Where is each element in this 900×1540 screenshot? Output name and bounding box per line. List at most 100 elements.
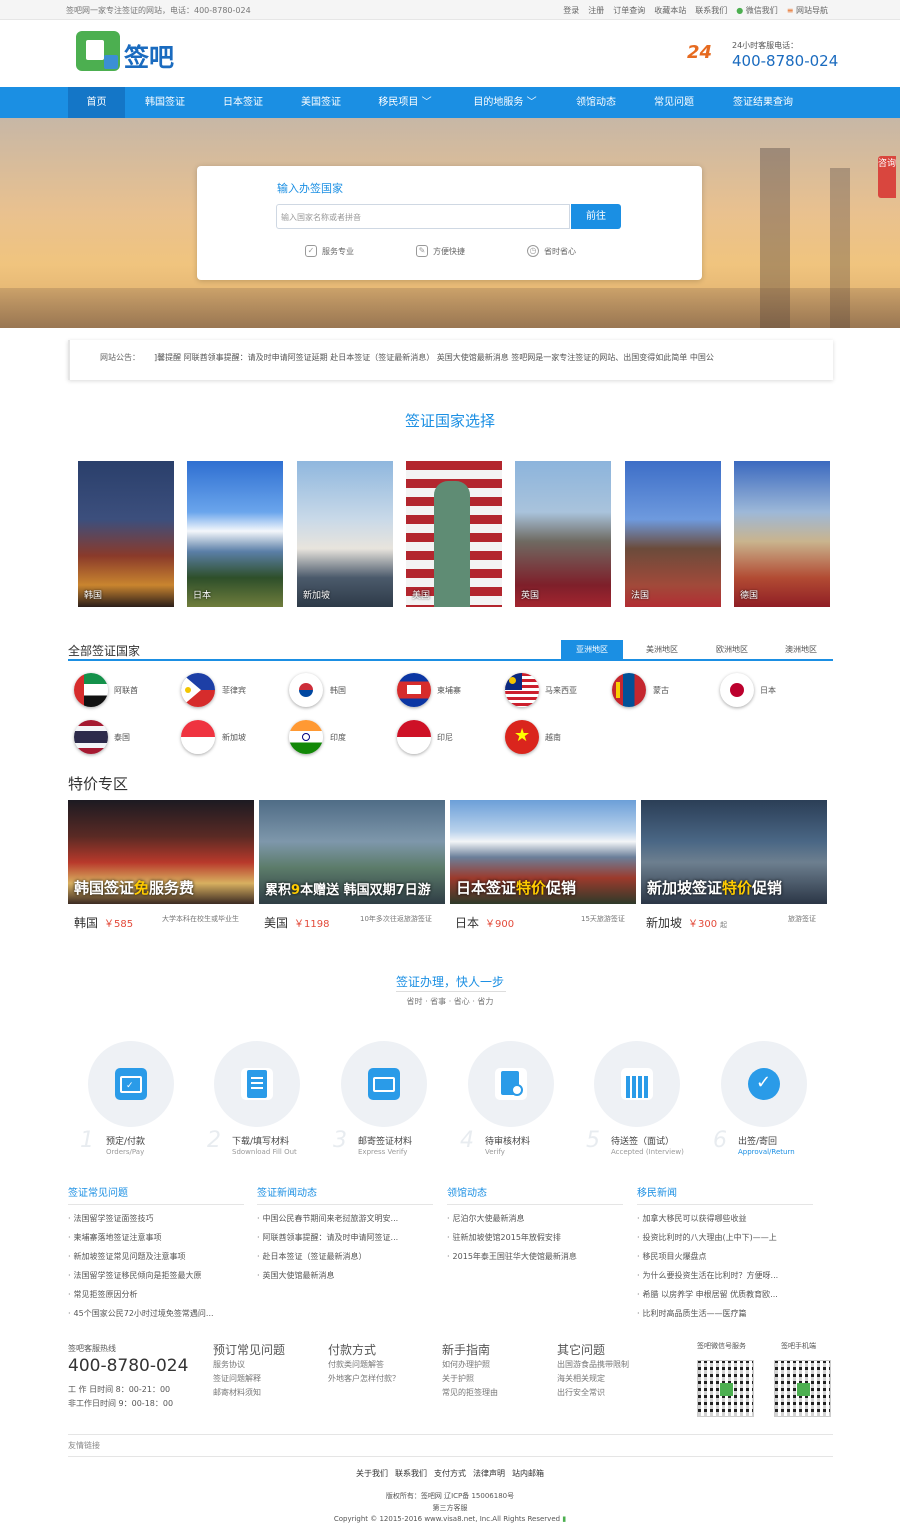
news-item[interactable]: 中国公民春节期间来老挝旅游文明安... [257,1209,433,1228]
news-item[interactable]: 45个国家公民72小时过境免签常遇问... [68,1304,244,1323]
login-link[interactable]: 登录 [563,5,579,16]
footer-link[interactable]: 外地客户怎样付款？ [328,1372,400,1386]
news-item[interactable]: 法国留学签证面签技巧 [68,1209,244,1228]
special-meta-korea[interactable]: 韩国 ￥585 [74,914,133,930]
uae-flag-icon[interactable] [74,673,108,707]
japan-flag-icon[interactable] [720,673,754,707]
news-col-title[interactable]: 领馆动态 [447,1184,623,1205]
tab-europe[interactable]: 欧洲地区 [701,640,763,659]
cambodia-flag-icon[interactable] [397,673,431,707]
flag-label[interactable]: 柬埔寨 [437,685,461,696]
payment-link[interactable]: 支付方式 [434,1468,466,1479]
news-item[interactable]: 为什么要投资生活在比利时？方便呀... [637,1266,813,1285]
tab-asia[interactable]: 亚洲地区 [561,640,623,659]
mongolia-flag-icon[interactable] [612,673,646,707]
country-tile-singapore[interactable]: 新加坡 [297,461,393,607]
news-col-title[interactable]: 移民新闻 [637,1184,813,1205]
flag-label[interactable]: 韩国 [330,685,346,696]
malaysia-flag-icon[interactable] [505,673,539,707]
footer-link[interactable]: 服务协议 [213,1358,285,1372]
mailbox-link[interactable]: 站内邮箱 [512,1468,544,1479]
nav-japan-visa[interactable]: 日本签证 [213,87,273,118]
news-item[interactable]: 比利时高品质生活——医疗篇 [637,1304,813,1323]
flag-label[interactable]: 泰国 [114,732,130,743]
news-item[interactable]: 常见拒签原因分析 [68,1285,244,1304]
footer-link[interactable]: 出国游食品携带限制 [557,1358,629,1372]
flag-label[interactable]: 印度 [330,732,346,743]
site-logo[interactable]: 签吧 [76,31,174,71]
sitemap-link[interactable]: ≡ 网站导航 [787,5,828,16]
third-party-service[interactable]: 第三方客服 [0,1503,900,1513]
footer-link[interactable]: 出行安全常识 [557,1386,629,1400]
order-query-link[interactable]: 订单查询 [613,5,645,16]
flag-label[interactable]: 印尼 [437,732,453,743]
nav-usa-visa[interactable]: 美国签证 [291,87,351,118]
news-item[interactable]: 英国大使馆最新消息 [257,1266,433,1285]
country-tile-uk[interactable]: 英国 [515,461,611,607]
nav-result-query[interactable]: 签证结果查询 [722,87,804,118]
notice-marquee[interactable]: ]馨提醒 阿联酋领事提醒：请及时申请阿签证延期 赴日本签证（签证最新消息） 英国… [154,352,830,363]
country-search-input[interactable]: 输入国家名称或者拼音 [276,204,570,229]
nav-consulate-news[interactable]: 领馆动态 [566,87,626,118]
flag-label[interactable]: 阿联酋 [114,685,138,696]
footer-link[interactable]: 如何办理护照 [442,1358,498,1372]
country-tile-usa[interactable]: 美国 [406,461,502,607]
country-tile-korea[interactable]: 韩国 [78,461,174,607]
legal-link[interactable]: 法律声明 [473,1468,505,1479]
country-tile-japan[interactable]: 日本 [187,461,283,607]
footer-link[interactable]: 签证问题解释 [213,1372,285,1386]
singapore-flag-icon[interactable] [181,720,215,754]
contact-us-link[interactable]: 联系我们 [395,1468,427,1479]
nav-immigration[interactable]: 移民项目 ﹀ [370,87,440,118]
footer-link[interactable]: 常见的拒签理由 [442,1386,498,1400]
nav-korea-visa[interactable]: 韩国签证 [135,87,195,118]
news-item[interactable]: 法国留学签证移民倾向是拒签最大原 [68,1266,244,1285]
special-usa-image[interactable]: 累积9本赠送 韩国双期7日游 [259,800,445,904]
wechat-link[interactable]: ● 微信我们 [736,5,778,16]
news-item[interactable]: 阿联酋领事提醒：请及时申请阿签证... [257,1228,433,1247]
flag-label[interactable]: 马来西亚 [545,685,577,696]
footer-link[interactable]: 关于护照 [442,1372,498,1386]
footer-link[interactable]: 邮寄材料须知 [213,1386,285,1400]
about-link[interactable]: 关于我们 [356,1468,388,1479]
special-meta-usa[interactable]: 美国 ￥1198 [264,914,329,930]
news-item[interactable]: 投资比利时的八大理由(上中下)——上 [637,1228,813,1247]
flag-label[interactable]: 菲律宾 [222,685,246,696]
flag-label[interactable]: 新加坡 [222,732,246,743]
philippines-flag-icon[interactable] [181,673,215,707]
contact-link[interactable]: 联系我们 [695,5,727,16]
news-item[interactable]: 希腊 以房养学 申根居留 优质教育欧... [637,1285,813,1304]
news-col-title[interactable]: 签证常见问题 [68,1184,244,1205]
flag-label[interactable]: 越南 [545,732,561,743]
indonesia-flag-icon[interactable] [397,720,431,754]
news-item[interactable]: 2015年泰王国驻华大使馆最新消息 [447,1247,623,1266]
special-meta-japan[interactable]: 日本 ￥900 [455,914,514,930]
register-link[interactable]: 注册 [588,5,604,16]
thailand-flag-icon[interactable] [74,720,108,754]
news-col-title[interactable]: 签证新闻动态 [257,1184,433,1205]
bookmark-link[interactable]: 收藏本站 [654,5,686,16]
news-item[interactable]: 赴日本签证（签证最新消息） [257,1247,433,1266]
news-item[interactable]: 尼泊尔大使最新消息 [447,1209,623,1228]
special-korea-image[interactable]: 韩国签证免服务费 [68,800,254,904]
special-singapore-image[interactable]: 新加坡签证特价促销 [641,800,827,904]
go-button[interactable]: 前往 [571,204,621,229]
flag-label[interactable]: 日本 [760,685,776,696]
footer-link[interactable]: 付款类问题解答 [328,1358,400,1372]
news-item[interactable]: 新加坡签证常见问题及注意事项 [68,1247,244,1266]
flag-label[interactable]: 蒙古 [653,685,669,696]
news-item[interactable]: 驻新加坡使馆2015年放假安排 [447,1228,623,1247]
footer-link[interactable]: 海关相关规定 [557,1372,629,1386]
vietnam-flag-icon[interactable]: ★ [505,720,539,754]
country-tile-germany[interactable]: 德国 [734,461,830,607]
india-flag-icon[interactable] [289,720,323,754]
news-item[interactable]: 移民项目火爆盘点 [637,1247,813,1266]
country-tile-france[interactable]: 法国 [625,461,721,607]
nav-destination[interactable]: 目的地服务 ﹀ [466,87,544,118]
tab-oceania[interactable]: 澳洲地区 [770,640,832,659]
nav-faq[interactable]: 常见问题 [644,87,704,118]
news-item[interactable]: 加拿大移民可以获得哪些收益 [637,1209,813,1228]
special-meta-singapore[interactable]: 新加坡 ￥300 起 [646,914,727,930]
tab-americas[interactable]: 美洲地区 [631,640,693,659]
special-japan-image[interactable]: 日本签证特价促销 [450,800,636,904]
